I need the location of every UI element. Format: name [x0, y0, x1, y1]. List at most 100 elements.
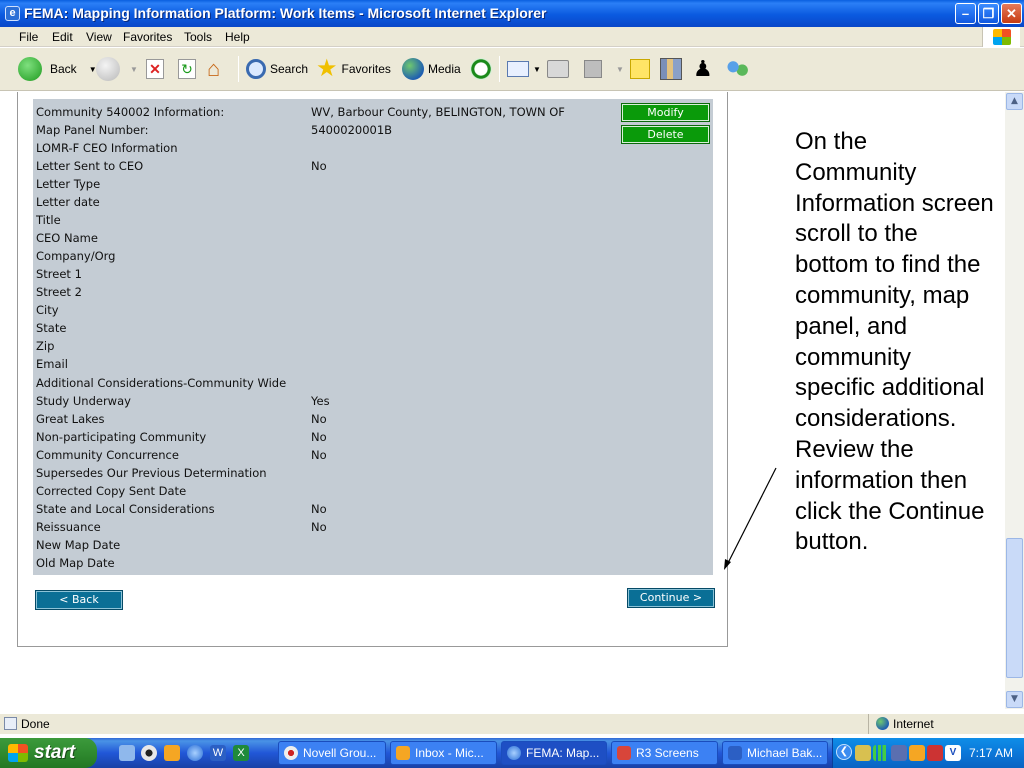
row-label: Old Map Date: [36, 556, 115, 570]
start-button[interactable]: start: [0, 738, 97, 768]
back-arrow-icon: [18, 57, 42, 81]
row-label: Community 540002 Information:: [36, 105, 225, 119]
vpn-icon[interactable]: V: [945, 745, 961, 761]
menu-bar: File Edit View Favorites Tools Help: [0, 27, 1024, 47]
research-icon: [660, 58, 682, 80]
status-text: Done: [21, 717, 50, 731]
printer-icon: [547, 60, 569, 78]
row-label: Corrected Copy Sent Date: [36, 484, 187, 498]
favorites-button[interactable]: ★ Favorites: [316, 55, 391, 83]
network-icon[interactable]: [891, 745, 907, 761]
ie-icon: [507, 746, 521, 760]
ie-icon: e: [5, 6, 20, 21]
task-label: Michael Bak...: [747, 746, 823, 760]
tray-app-icon[interactable]: [855, 745, 871, 761]
home-button[interactable]: ⌂: [207, 55, 231, 83]
close-button[interactable]: ✕: [1001, 3, 1022, 24]
continue-button[interactable]: Continue >: [627, 588, 715, 608]
messenger-button[interactable]: ♟: [693, 55, 713, 83]
notes-button[interactable]: [630, 55, 650, 83]
minimize-button[interactable]: –: [955, 3, 976, 24]
chevron-down-icon: ▼: [616, 64, 624, 74]
row-label: State and Local Considerations: [36, 502, 215, 516]
modify-button[interactable]: Modify: [621, 103, 710, 122]
row-value: No: [311, 520, 327, 534]
word-icon[interactable]: W: [210, 745, 226, 761]
task-michael[interactable]: Michael Bak...: [722, 741, 828, 765]
row-label: Street 1: [36, 267, 82, 281]
internet-zone-icon: [876, 717, 889, 730]
zone-label: Internet: [893, 717, 934, 731]
maximize-button[interactable]: ❐: [978, 3, 999, 24]
tray-expand-icon[interactable]: ❮: [836, 744, 852, 760]
row-label: Map Panel Number:: [36, 123, 149, 137]
excel-icon[interactable]: X: [233, 745, 249, 761]
menu-view[interactable]: View: [86, 30, 112, 44]
history-button[interactable]: [470, 55, 492, 83]
mail-button[interactable]: ▼: [507, 55, 541, 83]
task-inbox[interactable]: Inbox - Mic...: [390, 741, 497, 765]
print-button[interactable]: [547, 55, 569, 83]
row-label: Reissuance: [36, 520, 101, 534]
tray-clock-icon[interactable]: [909, 745, 925, 761]
refresh-button[interactable]: ↻: [178, 55, 196, 83]
row-label: Study Underway: [36, 394, 131, 408]
task-label: Inbox - Mic...: [415, 746, 484, 760]
row-value: No: [311, 502, 327, 516]
show-desktop-icon[interactable]: [119, 745, 135, 761]
search-button[interactable]: Search: [246, 55, 308, 83]
row-value: No: [311, 159, 327, 173]
signal-icon[interactable]: [873, 745, 889, 761]
row-label: Non-participating Community: [36, 430, 207, 444]
outlook-icon: [396, 746, 410, 760]
novell-icon[interactable]: [141, 745, 157, 761]
row-label: Letter date: [36, 195, 100, 209]
menu-tools[interactable]: Tools: [184, 30, 212, 44]
row-label: Street 2: [36, 285, 82, 299]
row-label: Great Lakes: [36, 412, 105, 426]
row-label: State: [36, 321, 67, 335]
edit-button[interactable]: ▼: [584, 55, 624, 83]
title-bar: e FEMA: Mapping Information Platform: Wo…: [0, 0, 1024, 27]
windows-logo-icon: [982, 27, 1020, 47]
row-label: Community Concurrence: [36, 448, 179, 462]
instruction-callout: On the Community Information screen scro…: [795, 128, 994, 556]
media-button[interactable]: Media: [402, 55, 461, 83]
back-button[interactable]: Back ▼: [18, 55, 97, 83]
contacts-button[interactable]: [724, 55, 750, 83]
menu-help[interactable]: Help: [225, 30, 250, 44]
search-button-label: Search: [270, 62, 309, 76]
notes-icon: [630, 59, 650, 79]
stop-button[interactable]: ✕: [146, 55, 164, 83]
research-button[interactable]: [660, 55, 682, 83]
stop-icon: ✕: [146, 59, 164, 79]
row-label: LOMR-F CEO Information: [36, 141, 178, 155]
delete-button[interactable]: Delete: [621, 125, 710, 144]
scroll-down-icon[interactable]: ▼: [1006, 691, 1023, 708]
task-label: R3 Screens: [636, 746, 699, 760]
row-label: Zip: [36, 339, 55, 353]
forward-button[interactable]: ▼: [96, 55, 138, 83]
menu-file[interactable]: File: [19, 30, 38, 44]
scroll-up-icon[interactable]: ▲: [1006, 93, 1023, 110]
menu-edit[interactable]: Edit: [52, 30, 73, 44]
back-nav-button[interactable]: < Back: [35, 590, 123, 610]
menu-favorites[interactable]: Favorites: [123, 30, 172, 44]
task-novell[interactable]: Novell Grou...: [278, 741, 386, 765]
scroll-thumb[interactable]: [1006, 538, 1023, 678]
task-fema-active[interactable]: FEMA: Map...: [501, 741, 607, 765]
system-tray: ❮ V 7:17 AM: [832, 738, 1024, 768]
window-title: FEMA: Mapping Information Platform: Work…: [24, 5, 547, 21]
back-button-label: Back: [50, 62, 77, 76]
security-icon[interactable]: [927, 745, 943, 761]
toolbar: Back ▼ ▼ ✕ ↻ ⌂ Search ★ Favorites Media …: [0, 48, 1024, 91]
vertical-scrollbar[interactable]: ▲ ▼: [1005, 92, 1024, 709]
task-r3-screens[interactable]: R3 Screens: [611, 741, 718, 765]
media-button-label: Media: [428, 62, 461, 76]
ie-quicklaunch-icon[interactable]: [187, 745, 203, 761]
start-label: start: [34, 742, 76, 763]
favorites-button-label: Favorites: [341, 62, 391, 76]
page-content: Community 540002 Information: WV, Barbou…: [0, 92, 1005, 709]
row-label: City: [36, 303, 59, 317]
clock-app-icon[interactable]: [164, 745, 180, 761]
